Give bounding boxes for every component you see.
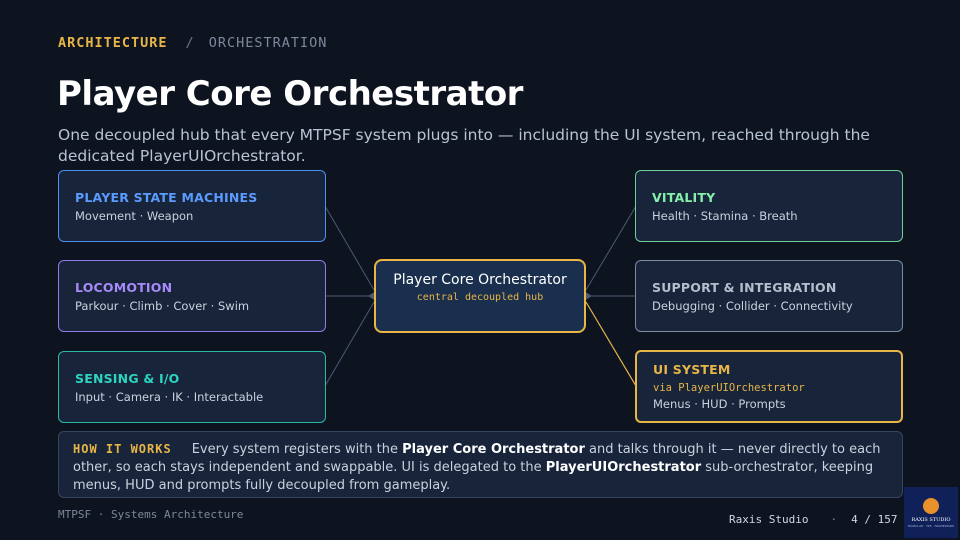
card-items: Debugging · Collider · Connectivity [652,298,853,313]
footer-right: Raxis Studio · 4 / 157 [729,513,897,526]
card-items: Input · Camera · IK · Interactable [75,389,264,404]
card-via: via PlayerUIOrchestrator [653,382,805,394]
connector-ui-system [585,301,637,387]
connector-vitality [585,205,637,291]
how-bold-2: PlayerUIOrchestrator [545,460,702,475]
card-title: UI SYSTEM [653,362,731,377]
card-items: Health · Stamina · Breath [652,208,798,223]
card-items: Movement · Weapon [75,208,194,223]
card-player-state-machines[interactable]: PLAYER STATE MACHINES Movement · Weapon [58,170,326,242]
footer-left: MTPSF · Systems Architecture [58,508,244,521]
card-items: Menus · HUD · Prompts [653,397,786,411]
how-it-works-label: HOW IT WORKS [73,442,172,456]
card-locomotion[interactable]: LOCOMOTION Parkour · Climb · Cover · Swi… [58,260,326,332]
player-core-orchestrator-hub[interactable]: Player Core Orchestrator central decoupl… [374,259,586,333]
how-it-works-panel: HOW IT WORKS Every system registers with … [58,431,903,498]
card-title: LOCOMOTION [75,279,173,295]
logo-emblem-icon [923,497,939,514]
how-text-1: Every system registers with the [191,442,403,457]
logo-name: RAXIS STUDIO [911,516,951,523]
logo-tagline: MODULAR · TPS · FRAMEWORK [907,523,955,528]
card-title: SENSING & I/O [75,370,180,386]
card-items: Parkour · Climb · Cover · Swim [75,298,250,313]
card-title: SUPPORT & INTEGRATION [652,279,837,295]
hub-title: Player Core Orchestrator [393,272,567,288]
card-sensing-io[interactable]: SENSING & I/O Input · Camera · IK · Inte… [58,351,326,423]
card-ui-system[interactable]: UI SYSTEM via PlayerUIOrchestrator Menus… [635,350,903,423]
card-vitality[interactable]: VITALITY Health · Stamina · Breath [635,170,903,242]
footer-dot: · [830,513,838,526]
footer-page: 4 / 157 [851,513,898,526]
card-support-integration[interactable]: SUPPORT & INTEGRATION Debugging · Collid… [635,260,903,332]
card-title: PLAYER STATE MACHINES [75,189,258,205]
connector-sensing [324,301,375,387]
connector-state-machines [324,205,375,291]
footer-studio: Raxis Studio [729,513,809,526]
hub-subtitle: central decoupled hub [416,292,544,303]
how-bold-1: Player Core Orchestrator [402,442,585,457]
card-title: VITALITY [652,189,716,205]
raxis-studio-logo: RAXIS STUDIO MODULAR · TPS · FRAMEWORK [904,487,958,538]
